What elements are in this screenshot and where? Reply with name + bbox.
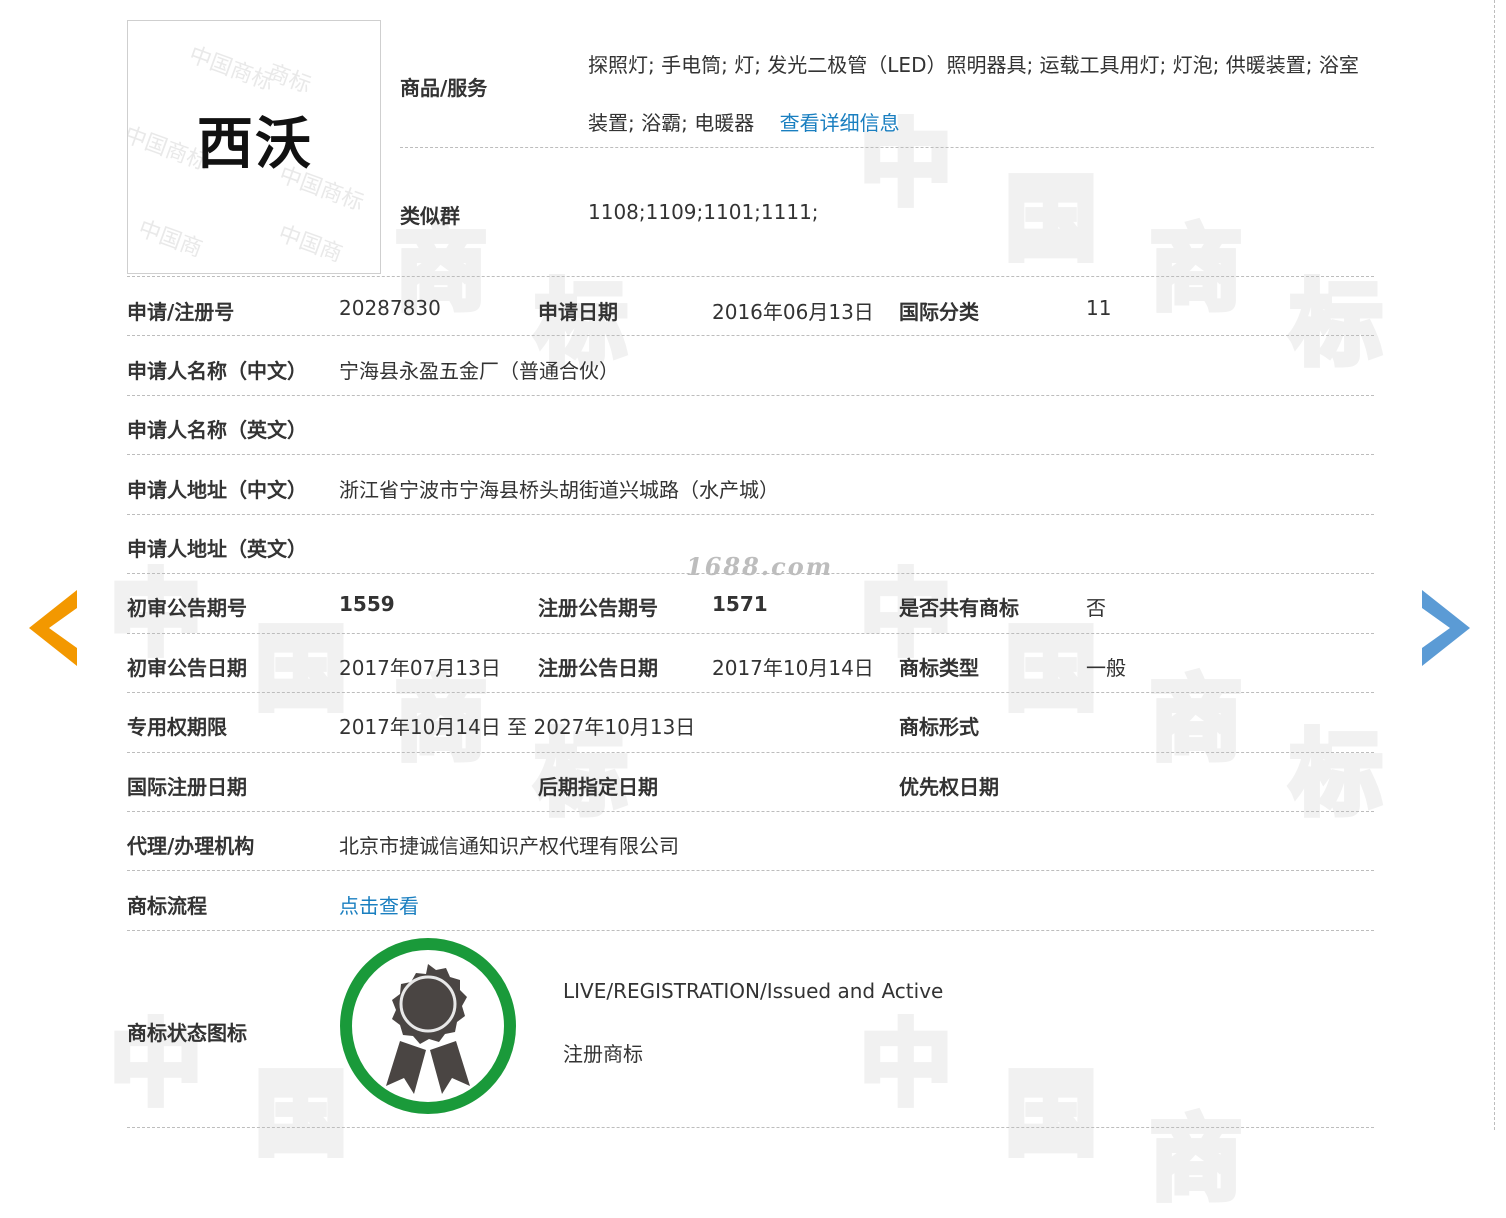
applicant-en-label: 申请人名称（英文） [127,418,307,442]
award-ribbon-icon [338,936,518,1116]
applicant-cn-value: 宁海县永盈五金厂（普通合伙） [339,359,619,383]
process-view-link[interactable]: 点击查看 [339,890,419,919]
later-designation-label: 后期指定日期 [538,775,658,799]
term-value: 2017年10月14日 至 2027年10月13日 [339,715,696,739]
agent-label: 代理/办理机构 [127,834,255,858]
address-cn-value: 浙江省宁波市宁海县桥头胡街道兴城路（水产城） [339,478,779,502]
reg-no-label: 申请/注册号 [127,300,235,324]
reg-no-value: 20287830 [339,296,441,320]
reg-issue-value: 1571 [712,592,768,616]
prev-arrow-button[interactable] [29,590,77,666]
divider [127,752,1374,753]
divider [127,692,1374,693]
goods-services-value: 探照灯; 手电筒; 灯; 发光二极管（LED）照明器具; 运载工具用灯; 灯泡;… [588,36,1378,152]
priority-label: 优先权日期 [899,775,999,799]
divider [127,335,1374,336]
divider [127,633,1374,634]
site-watermark: 1688.com [686,552,834,581]
intl-class-label: 国际分类 [899,300,979,324]
term-label: 专用权期限 [127,715,227,739]
status-text-cn: 注册商标 [563,1042,643,1066]
divider [127,811,1374,812]
chevron-right-icon [1422,590,1470,666]
chevron-left-icon [29,590,77,666]
type-value: 一般 [1086,656,1126,680]
prelim-issue-label: 初审公告期号 [127,596,247,620]
similar-group-label: 类似群 [400,204,460,228]
divider [127,514,1374,515]
type-label: 商标类型 [899,656,979,680]
divider [127,930,1374,931]
next-arrow-button[interactable] [1422,590,1470,666]
goods-services-label: 商品/服务 [400,76,488,100]
reg-date-label: 注册公告日期 [538,656,658,680]
prelim-date-label: 初审公告日期 [127,656,247,680]
intl-class-value: 11 [1086,296,1112,320]
divider [127,870,1374,871]
applicant-cn-label: 申请人名称（中文） [127,359,307,383]
divider [127,276,1374,277]
trademark-image: 中国商标 中国商标 中国商标 商标 中国商 中国商 西沃 [127,20,381,274]
agent-value: 北京市捷诚信通知识产权代理有限公司 [339,834,679,858]
divider [127,1127,1374,1128]
goods-services-text: 探照灯; 手电筒; 灯; 发光二极管（LED）照明器具; 运载工具用灯; 灯泡;… [588,53,1359,135]
form-label: 商标形式 [899,715,979,739]
view-details-link[interactable]: 查看详细信息 [780,111,900,135]
page-edge-divider [1494,0,1496,1130]
divider [127,395,1374,396]
prelim-issue-value: 1559 [339,592,395,616]
intl-reg-label: 国际注册日期 [127,775,247,799]
status-icon-label: 商标状态图标 [127,1021,247,1045]
app-date-label: 申请日期 [538,300,618,324]
reg-date-value: 2017年10月14日 [712,656,874,680]
address-cn-label: 申请人地址（中文） [127,478,307,502]
reg-issue-label: 注册公告期号 [538,596,658,620]
divider [400,147,1374,148]
prelim-date-value: 2017年07月13日 [339,656,501,680]
app-date-value: 2016年06月13日 [712,300,874,324]
shared-value: 否 [1086,596,1106,620]
divider [127,454,1374,455]
similar-group-value: 1108;1109;1101;1111; [588,200,819,224]
trademark-logo-text: 西沃 [197,111,313,177]
address-en-label: 申请人地址（英文） [127,537,307,561]
status-text-en: LIVE/REGISTRATION/Issued and Active [563,979,944,1003]
process-label: 商标流程 [127,894,207,918]
shared-label: 是否共有商标 [899,596,1019,620]
